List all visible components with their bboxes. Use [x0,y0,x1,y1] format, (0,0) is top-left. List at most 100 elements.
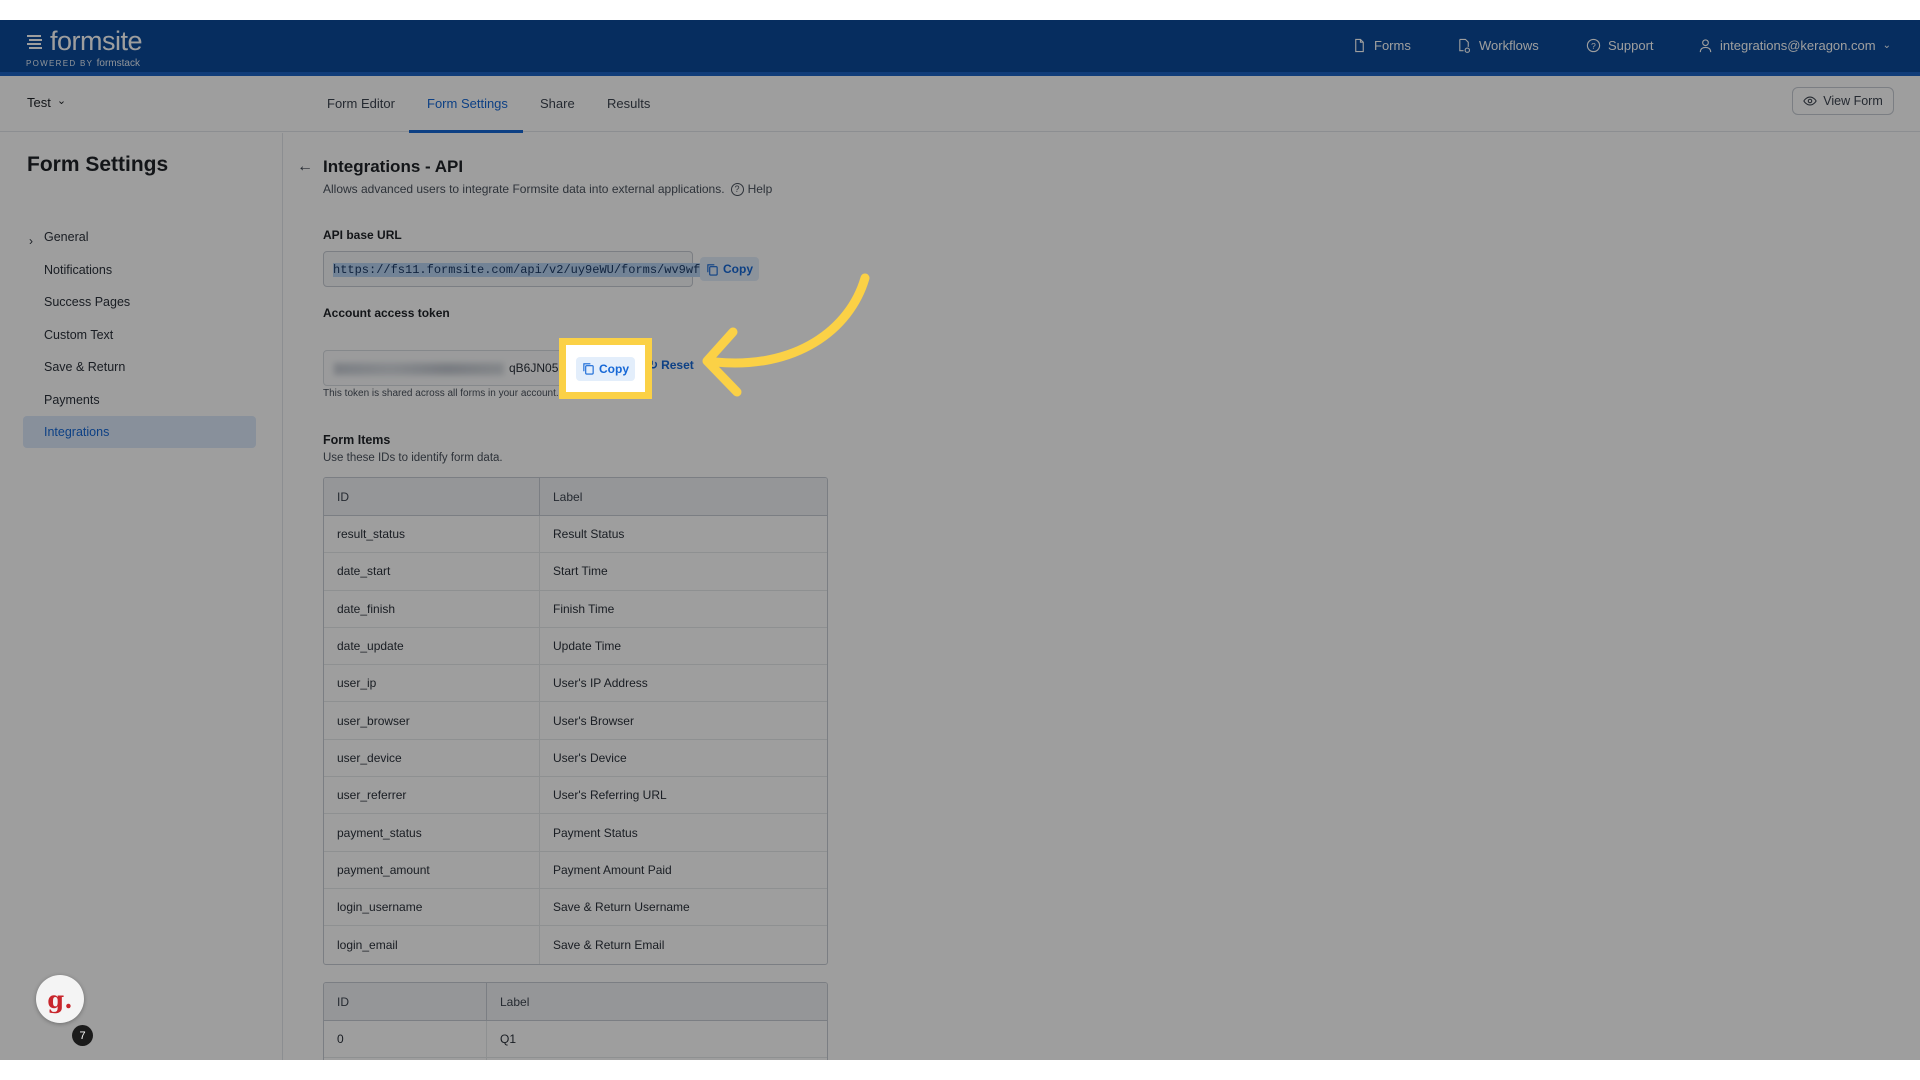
table-row: user_browser User's Browser [324,702,827,740]
table-row: user_device User's Device [324,739,827,778]
app-window: formsite POWERED BY formstack Forms Work… [0,20,1920,1060]
chevron-down-icon: ⌄ [1882,40,1891,51]
formsite-logo[interactable]: formsite POWERED BY formstack [26,26,143,69]
help-link[interactable]: ? Help [730,182,772,196]
table-header: ID Label [324,478,827,516]
logo-lines-icon [27,34,42,49]
cell-id: payment_amount [324,851,540,888]
cell-label: Payment Status [553,825,638,840]
pointer-arrow-icon [702,273,870,397]
token-note: This token is shared across all forms in… [323,388,559,399]
top-navigation: formsite POWERED BY formstack Forms Work… [0,20,1920,76]
guide-assistant-avatar[interactable]: g. [36,975,84,1023]
help-icon: ? [730,182,744,196]
cell-id: user_device [324,739,540,777]
sidebar-item-custom-text[interactable]: Custom Text [44,328,113,342]
notification-badge: 7 [72,1025,93,1046]
token-redacted [334,363,504,375]
page-title: Integrations - API [323,157,464,176]
chevron-down-icon: ⌄ [56,95,67,107]
sidebar-title: Form Settings [27,153,169,176]
copy-token-button[interactable]: Copy [576,356,635,381]
form-subnav: Test ⌄ Form Editor Form Settings Share R… [0,76,1920,133]
form-items-description: Use these IDs to identify form data. [323,452,503,464]
tab-results[interactable]: Results [607,96,650,111]
cell-id: user_ip [324,665,540,702]
table-row: login_username Save & Return Username [324,888,827,927]
active-tab-indicator [409,130,523,133]
sidebar-item-save-return[interactable]: Save & Return [44,360,125,374]
eye-icon [1803,96,1817,106]
api-base-url-value: https://fs11.formsite.com/api/v2/uy9eWU/… [333,263,744,277]
nav-forms[interactable]: Forms [1352,38,1411,53]
table-row: user_referrer User's Referring URL [324,777,827,815]
table-row: user_ip User's IP Address [324,665,827,703]
cell-id: 1 [324,1058,487,1060]
document-icon [1355,38,1364,53]
user-icon [1699,39,1712,53]
sidebar-item-success-pages[interactable]: Success Pages [44,295,130,309]
api-base-url-label: API base URL [323,228,402,242]
cell-label: Finish Time [553,601,615,616]
table-row: date_update Update Time [324,627,827,666]
sidebar-item-payments[interactable]: Payments [44,393,100,407]
cell-label: Start Time [553,564,608,579]
access-token-field[interactable]: qB6JN05 [323,350,568,386]
column-header-id: ID [324,983,487,1020]
table-row: 1Q2 [324,1058,827,1060]
spotlight-target: Copy [573,352,638,385]
cell-label: User's Browser [553,713,634,728]
page-description: Allows advanced users to integrate Forms… [323,182,773,196]
form-selector[interactable]: Test ⌄ [27,95,66,110]
chevron-right-icon: › [29,234,33,248]
nav-workflows[interactable]: Workflows [1457,38,1539,53]
tab-share[interactable]: Share [540,96,575,111]
cell-id: login_username [324,888,540,926]
sidebar-item-notifications[interactable]: Notifications [44,263,112,277]
cell-id: user_referrer [324,777,540,814]
table-row: date_start Start Time [324,553,827,591]
cell-id: 0 [324,1021,487,1058]
table-row: payment_status Payment Status [324,814,827,852]
token-visible-tail: qB6JN05 [509,361,559,375]
cell-id: date_update [324,627,540,665]
column-header-label: Label [553,489,583,504]
cell-label: Payment Amount Paid [553,862,672,877]
table-row: result_status Result Status [324,516,827,554]
cell-label: User's Referring URL [553,788,667,803]
view-form-button[interactable]: View Form [1792,87,1894,115]
sidebar-item-general[interactable]: General [44,230,88,244]
questions-table: ID Label 0 Q1 1Q2 [323,982,828,1060]
sidebar-item-integrations[interactable]: Integrations [44,425,109,439]
tab-form-editor[interactable]: Form Editor [327,96,395,111]
column-header-label: Label [500,994,530,1009]
cell-label: Update Time [553,639,622,654]
table-row: date_finish Finish Time [324,590,827,628]
api-base-url-field[interactable]: https://fs11.formsite.com/api/v2/uy9eWU/… [323,251,744,287]
workflow-icon [1459,38,1471,53]
cell-label: User's Device [553,750,627,765]
table-row: 0 Q1 [324,1021,827,1059]
nav-support[interactable]: ? Support [1586,38,1654,53]
cell-id: payment_status [324,814,540,851]
brand-tagline: POWERED BY formstack [26,58,140,69]
cell-label: User's IP Address [553,676,648,691]
cell-label: Save & Return Username [553,900,690,915]
svg-text:?: ? [1591,41,1596,51]
cell-id: user_browser [324,702,540,739]
form-items-title: Form Items [323,433,391,447]
back-arrow-icon[interactable]: ← [297,158,313,176]
column-header-id: ID [324,478,540,515]
account-access-token-label: Account access token [323,306,450,320]
help-circle-icon: ? [1586,38,1601,53]
cell-label: Q2 [487,1058,516,1060]
cell-label: Q1 [500,1032,517,1047]
cell-id: login_email [324,926,540,964]
tab-form-settings[interactable]: Form Settings [427,96,508,111]
spotlight-dim-overlay [0,20,1920,1060]
nav-account-menu[interactable]: integrations@keragon.com ⌄ [1698,38,1891,53]
cell-id: date_finish [324,590,540,627]
settings-sidebar: Form Settings [0,133,283,1060]
brand-name: formsite [50,26,143,56]
form-items-table: ID Label result_status Result Status date_… [323,477,828,965]
